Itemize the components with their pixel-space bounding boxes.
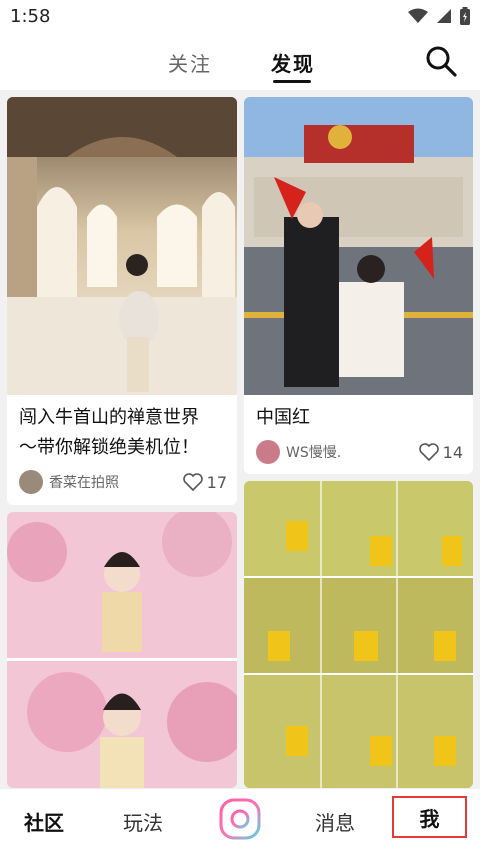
likes-count: 17 [206, 472, 227, 492]
nav-community[interactable]: 社区 [24, 807, 64, 836]
card-meta: 香菜在拍照 17 [19, 469, 227, 495]
likes[interactable]: 14 [418, 442, 463, 462]
status-icons [408, 7, 470, 25]
tab-discover[interactable]: 发现 [271, 48, 315, 77]
couple-flags-photo [244, 97, 473, 395]
status-bar: 1:58 [0, 0, 480, 36]
likes-count: 14 [442, 442, 463, 462]
feed[interactable]: 闯入牛首山的禅意世界 ～带你解锁绝美机位！ 香菜在拍照 17 中国红 WS慢慢.… [0, 90, 480, 788]
camera-icon[interactable] [218, 797, 262, 841]
battery-icon [460, 7, 470, 25]
bottom-nav: 社区 玩法 消息 我 [0, 788, 480, 854]
heart-icon [182, 473, 203, 491]
signal-icon [437, 9, 451, 23]
nav-messages[interactable]: 消息 [315, 807, 355, 836]
card-title: 闯入牛首山的禅意世界 ～带你解锁绝美机位！ [19, 407, 199, 458]
search-icon[interactable] [424, 44, 458, 78]
active-tab-indicator [273, 80, 311, 83]
yellow-flowers-collage-photo [244, 481, 473, 788]
avatar[interactable] [256, 440, 280, 464]
wifi-icon [408, 8, 428, 23]
feed-card[interactable] [7, 512, 237, 788]
card-meta: WS慢慢. 14 [256, 439, 463, 465]
card-title: 中国红 [256, 407, 310, 428]
tab-follow[interactable]: 关注 [168, 48, 212, 77]
author-name[interactable]: 香菜在拍照 [49, 472, 119, 492]
author-name[interactable]: WS慢慢. [286, 442, 341, 462]
status-time: 1:58 [10, 6, 51, 27]
avatar[interactable] [19, 470, 43, 494]
nav-play[interactable]: 玩法 [123, 807, 163, 836]
heart-icon [418, 443, 439, 461]
cherry-blossom-photo [7, 512, 237, 788]
top-nav: 关注 发现 [0, 36, 480, 90]
likes[interactable]: 17 [182, 472, 227, 492]
nav-me[interactable]: 我 [392, 796, 467, 838]
palace-corridor-photo [7, 97, 237, 395]
feed-card[interactable]: 闯入牛首山的禅意世界 ～带你解锁绝美机位！ 香菜在拍照 17 [7, 97, 237, 505]
feed-card[interactable] [244, 481, 473, 788]
feed-card[interactable]: 中国红 WS慢慢. 14 [244, 97, 473, 474]
